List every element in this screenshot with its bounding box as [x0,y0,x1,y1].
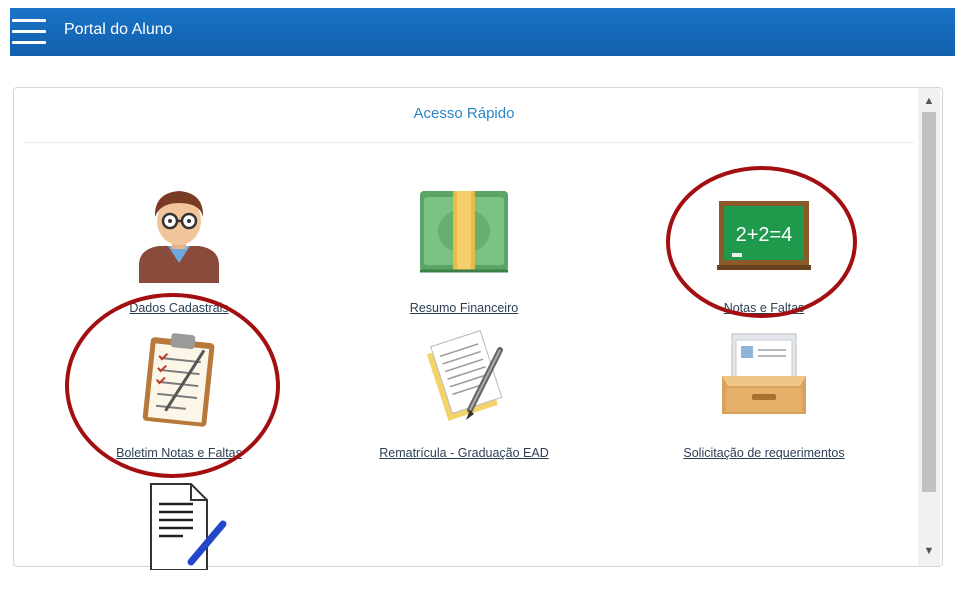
shortcut-resumo-financeiro[interactable]: Resumo Financeiro [374,183,554,323]
hamburger-menu-icon[interactable] [12,19,46,45]
money-stack-icon [374,183,554,293]
document-pen-icon [362,328,566,438]
student-avatar-icon [89,183,269,293]
scroll-down-icon[interactable]: ▼ [918,542,940,560]
shortcut-solicitacao-requerimentos[interactable]: Solicitação de requerimentos [662,328,866,468]
shortcut-label: Resumo Financeiro [409,301,519,315]
file-tray-icon [662,328,866,438]
app-title: Portal do Aluno [64,21,173,38]
scroll-thumb[interactable] [922,112,936,492]
text-document-pencil-icon [89,480,269,590]
shortcut-label: Solicitação de requerimentos [683,446,845,460]
shortcut-document[interactable] [89,480,269,570]
divider [24,142,914,143]
shortcut-label: Rematrícula - Graduação EAD [379,446,549,460]
vertical-scrollbar[interactable]: ▲ ▼ [918,88,940,566]
highlight-ring-notas [666,166,857,318]
top-bar: Portal do Aluno [10,8,955,56]
panel-title: Acesso Rápido [413,105,515,122]
quick-access-panel: Acesso Rápido Dados Cadastrais Resumo Fi… [13,87,943,570]
scroll-up-icon[interactable]: ▲ [918,92,940,110]
shortcut-rematricula[interactable]: Rematrícula - Graduação EAD [362,328,566,468]
highlight-ring-boletim [65,293,280,478]
